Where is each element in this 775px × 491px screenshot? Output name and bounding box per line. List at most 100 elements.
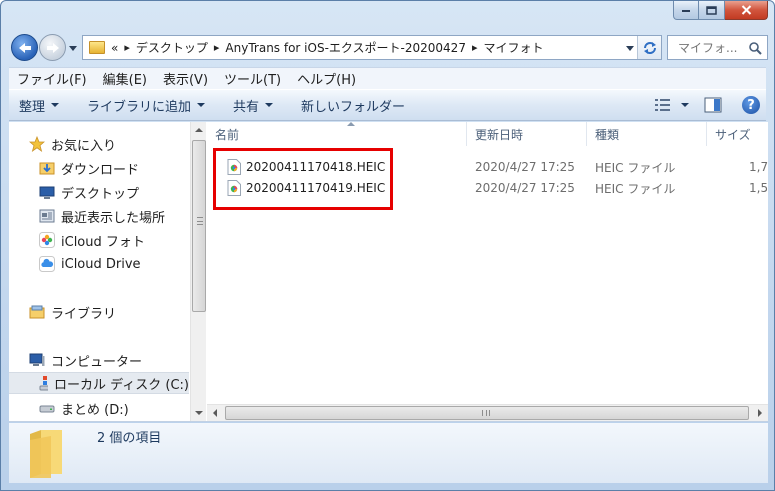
column-size-label: サイズ <box>715 127 751 142</box>
column-type[interactable]: 種類 <box>587 122 707 146</box>
nav-drive-d-label: まとめ (D:) <box>61 402 129 418</box>
file-type: HEIC ファイル <box>595 181 676 196</box>
arrow-right-icon <box>46 42 59 53</box>
star-icon <box>29 136 45 152</box>
main-content: お気に入り ダウンロード デスクトップ 最近表示した場所 iCloud フォト … <box>9 122 768 422</box>
file-list: 名前 更新日時 種類 サイズ 20200411170418.HEIC 2020/… <box>207 122 768 421</box>
nav-computer[interactable]: コンピューター <box>9 349 189 371</box>
nav-recent[interactable]: 最近表示した場所 <box>9 205 189 227</box>
breadcrumb-separator: ▸ <box>213 41 220 54</box>
library-icon <box>29 305 45 319</box>
nav-libraries[interactable]: ライブラリ <box>9 301 189 323</box>
nav-icloud-drive[interactable]: iCloud Drive <box>9 253 189 275</box>
refresh-button[interactable] <box>637 36 661 59</box>
chevron-down-icon <box>265 103 274 107</box>
close-icon <box>741 5 751 15</box>
search-input[interactable] <box>678 40 746 55</box>
minimize-button[interactable] <box>673 1 699 20</box>
add-to-library-button[interactable]: ライブラリに追加 <box>77 96 206 115</box>
explorer-window: « ▸ デスクトップ ▸ AnyTrans for iOS-エクスポート-202… <box>0 0 775 491</box>
breadcrumb-separator: ▸ <box>471 41 478 54</box>
maximize-button[interactable] <box>699 1 725 20</box>
nav-favorites-label: お気に入り <box>51 138 117 154</box>
nav-local-disk-label: ローカル ディスク (C:) <box>54 377 189 393</box>
folder-icon <box>30 430 62 478</box>
nav-desktop[interactable]: デスクトップ <box>9 181 189 203</box>
breadcrumb-separator: ▸ <box>124 41 130 54</box>
chevron-down-icon <box>681 103 689 107</box>
menu-view[interactable]: 表示(V) <box>155 69 216 88</box>
file-type: HEIC ファイル <box>595 160 676 175</box>
search-box[interactable] <box>667 35 768 60</box>
navigation-scrollbar[interactable] <box>190 122 206 421</box>
item-count: 2 個の項目 <box>97 431 162 446</box>
file-date: 2020/4/27 17:25 <box>475 181 575 195</box>
column-name-label: 名前 <box>215 127 240 142</box>
scroll-right-icon[interactable] <box>757 409 763 417</box>
new-folder-button[interactable]: 新しいフォルダー <box>291 96 405 115</box>
file-size: 1,746 <box>749 160 768 174</box>
organize-button[interactable]: 整理 <box>9 96 60 115</box>
nav-local-disk[interactable]: ローカル ディスク (C:) <box>9 372 189 394</box>
nav-downloads[interactable]: ダウンロード <box>9 157 189 179</box>
scroll-thumb[interactable] <box>225 406 749 420</box>
horizontal-scrollbar[interactable] <box>207 404 768 421</box>
change-view-button[interactable] <box>654 98 692 112</box>
add-to-library-label: ライブラリに追加 <box>87 99 192 115</box>
preview-pane-icon[interactable] <box>704 97 722 113</box>
scroll-down-icon[interactable] <box>195 410 203 416</box>
menu-tools[interactable]: ツール(T) <box>216 69 289 88</box>
download-folder-icon <box>39 162 55 175</box>
organize-label: 整理 <box>19 99 46 115</box>
address-bar[interactable]: « ▸ デスクトップ ▸ AnyTrans for iOS-エクスポート-202… <box>82 35 662 60</box>
forward-button[interactable] <box>39 34 66 61</box>
help-icon[interactable]: ? <box>742 96 760 114</box>
column-date[interactable]: 更新日時 <box>467 122 587 146</box>
nav-libraries-label: ライブラリ <box>51 306 117 322</box>
drive-icon <box>39 405 55 413</box>
folder-icon <box>89 41 105 54</box>
column-header: 名前 更新日時 種類 サイズ <box>207 122 768 146</box>
computer-icon <box>29 353 45 366</box>
menu-edit[interactable]: 編集(E) <box>95 69 155 88</box>
caption-buttons <box>673 1 768 21</box>
scroll-up-icon[interactable] <box>195 127 203 133</box>
nav-computer-label: コンピューター <box>51 354 143 370</box>
breadcrumb-export-folder[interactable]: AnyTrans for iOS-エクスポート-20200427 <box>225 39 466 56</box>
chevron-down-icon[interactable] <box>625 44 635 52</box>
address-row: « ▸ デスクトップ ▸ AnyTrans for iOS-エクスポート-202… <box>9 31 768 65</box>
column-size[interactable]: サイズ <box>707 122 768 146</box>
column-type-label: 種類 <box>595 127 620 142</box>
breadcrumb-my-photos[interactable]: マイフォト <box>483 39 543 56</box>
menu-bar: ファイル(F) 編集(E) 表示(V) ツール(T) ヘルプ(H) <box>9 67 766 89</box>
history-dropdown-icon[interactable] <box>68 43 78 53</box>
file-date: 2020/4/27 17:25 <box>475 160 575 174</box>
nav-icloud-drive-label: iCloud Drive <box>61 256 141 272</box>
breadcrumb-overflow[interactable]: « <box>111 41 118 55</box>
sort-ascending-icon <box>347 122 355 126</box>
nav-icloud-photos-label: iCloud フォト <box>61 234 145 250</box>
search-icon[interactable] <box>748 41 762 55</box>
scroll-left-icon[interactable] <box>212 409 218 417</box>
chevron-down-icon <box>51 103 60 107</box>
navigation-pane: お気に入り ダウンロード デスクトップ 最近表示した場所 iCloud フォト … <box>9 122 189 421</box>
close-button[interactable] <box>725 1 768 20</box>
details-view-icon <box>655 99 670 111</box>
icloud-drive-icon <box>39 256 55 272</box>
refresh-icon <box>643 41 656 54</box>
back-button[interactable] <box>11 34 38 61</box>
command-bar: 整理 ライブラリに追加 共有 新しいフォルダー ? <box>9 89 766 121</box>
details-pane: 2 個の項目 <box>9 423 768 483</box>
new-folder-label: 新しいフォルダー <box>301 99 406 115</box>
share-button[interactable]: 共有 <box>223 96 274 115</box>
column-name[interactable]: 名前 <box>207 122 467 146</box>
share-label: 共有 <box>233 99 260 115</box>
nav-favorites[interactable]: お気に入り <box>9 133 189 155</box>
scroll-thumb[interactable] <box>192 140 206 312</box>
menu-file[interactable]: ファイル(F) <box>9 69 95 88</box>
menu-help[interactable]: ヘルプ(H) <box>289 69 364 88</box>
recent-places-icon <box>39 209 55 223</box>
breadcrumb-desktop[interactable]: デスクトップ <box>136 39 208 56</box>
nav-icloud-photos[interactable]: iCloud フォト <box>9 229 189 251</box>
nav-drive-d[interactable]: まとめ (D:) <box>9 397 189 419</box>
